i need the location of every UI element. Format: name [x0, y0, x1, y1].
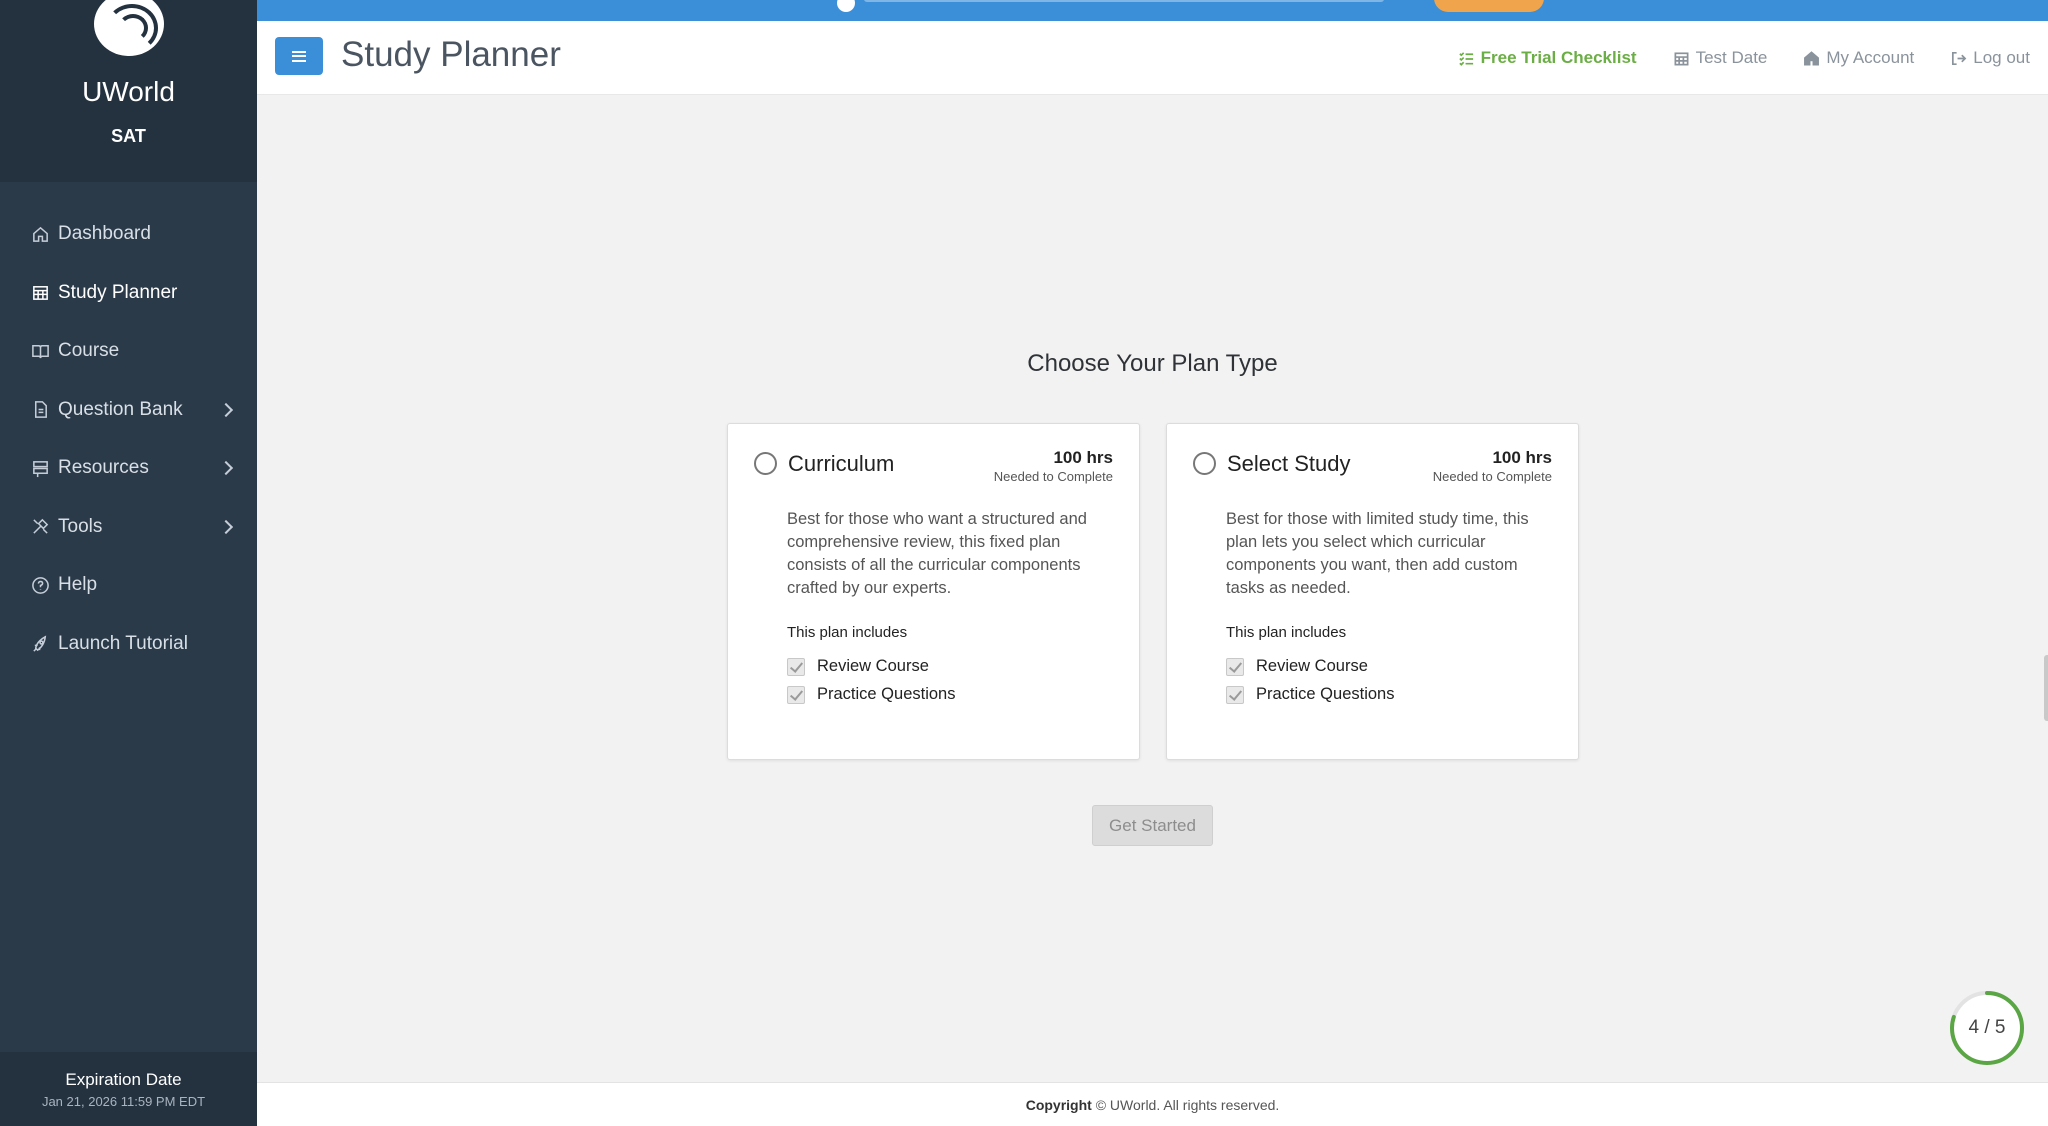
sidebar-item-label: Study Planner [58, 281, 178, 303]
home-icon [1804, 50, 1820, 65]
page-title: Study Planner [341, 35, 561, 74]
sidebar-item-label: Launch Tutorial [58, 632, 188, 654]
checkbox-disabled [787, 685, 805, 704]
plan-radio[interactable] [754, 452, 777, 475]
expiration-label: Expiration Date [65, 1070, 182, 1089]
expiration-value: Jan 21, 2026 11:59 PM EDT [41, 1094, 206, 1109]
sidebar-item-resources[interactable]: Resources [0, 439, 257, 498]
info-icon [837, 0, 855, 12]
plan-hours-caption: Needed to Complete [993, 469, 1113, 484]
signpost-icon [30, 458, 50, 478]
sidebar-item-label: Question Bank [58, 398, 183, 420]
tools-icon [30, 517, 50, 537]
sidebar-item-course[interactable]: Course [0, 322, 257, 381]
plan-type-heading: Choose Your Plan Type [1027, 350, 1278, 377]
book-open-icon [30, 341, 50, 361]
calendar-icon [1674, 51, 1689, 65]
sidebar-item-dashboard[interactable]: Dashboard [0, 205, 257, 264]
rocket-icon [30, 634, 50, 654]
sidebar-item-label: Course [58, 340, 120, 362]
plan-card-curriculum[interactable]: Curriculum 100 hrs Needed to Complete Be… [727, 423, 1140, 760]
uworld-logo-icon [94, 0, 164, 56]
include-label: Review Course [817, 657, 929, 675]
include-label: Review Course [1256, 657, 1368, 675]
sidebar-item-tools[interactable]: Tools [0, 498, 257, 557]
log-out-link[interactable]: Log out [1950, 48, 2030, 68]
header: Study Planner Free Trial Checklist Test … [257, 21, 2048, 95]
plan-name: Select Study [1227, 451, 1351, 476]
plan-radio[interactable] [1193, 452, 1216, 475]
top-links: Free Trial Checklist Test Date My Accoun… [1422, 48, 2030, 68]
sidebar-item-launch-tutorial[interactable]: Launch Tutorial [0, 615, 257, 674]
plan-description: Best for those with limited study time, … [1226, 510, 1529, 597]
checklist-icon [1458, 51, 1473, 66]
plan-description: Best for those who want a structured and… [787, 510, 1087, 597]
chevron-right-icon [218, 461, 234, 476]
top-banner [257, 0, 2048, 21]
sidebar: UWorld SAT Dashboard Study Planner Cours… [0, 0, 257, 1126]
sidebar-item-question-bank[interactable]: Question Bank [0, 381, 257, 440]
brand: UWorld SAT [0, 0, 257, 182]
plan-hours: 100 hrs [1053, 448, 1113, 467]
sidebar-item-label: Tools [58, 515, 103, 537]
copyright-label: Copyright [1025, 1097, 1092, 1113]
brand-product: SAT [111, 126, 146, 146]
calendar-grid-icon [30, 283, 50, 303]
checkbox-disabled [1226, 657, 1244, 676]
test-date-link[interactable]: Test Date [1673, 48, 1767, 68]
expiration-panel: Expiration Date Jan 21, 2026 11:59 PM ED… [0, 1052, 257, 1126]
sidebar-item-label: Dashboard [58, 223, 151, 245]
chevron-right-icon [218, 402, 234, 417]
question-circle-icon [30, 575, 50, 595]
include-item: Review Course [1226, 657, 1368, 676]
chevron-right-icon [218, 519, 234, 534]
my-account-link[interactable]: My Account [1803, 48, 1914, 68]
footer: Copyright © UWorld. All rights reserved. [257, 1082, 2048, 1126]
include-label: Practice Questions [1256, 685, 1395, 703]
plan-includes-label: This plan includes [787, 624, 908, 641]
sidebar-item-label: Resources [58, 457, 149, 479]
plan-name: Curriculum [788, 451, 895, 476]
document-icon [30, 400, 50, 420]
progress-text: 4 / 5 [1968, 1017, 2006, 1038]
plan-includes-label: This plan includes [1226, 624, 1347, 641]
banner-text [864, 0, 1384, 2]
sidebar-item-label: Help [58, 574, 98, 596]
include-item: Practice Questions [1226, 685, 1394, 704]
upgrade-button[interactable] [1434, 0, 1544, 12]
plan-hours: 100 hrs [1492, 448, 1552, 467]
plan-hours-caption: Needed to Complete [1432, 469, 1552, 484]
home-icon [30, 224, 50, 244]
copyright-text: © UWorld. All rights reserved. [1095, 1097, 1280, 1113]
brand-name: UWorld [82, 76, 175, 107]
checklist-progress-widget[interactable]: 4 / 5 [1948, 989, 2026, 1067]
hamburger-icon [292, 50, 306, 62]
sidebar-item-help[interactable]: Help [0, 556, 257, 615]
get-started-button[interactable]: Get Started [1092, 805, 1213, 846]
menu-toggle-button[interactable] [275, 37, 323, 75]
include-item: Review Course [787, 657, 929, 676]
feedback-tab[interactable] [2044, 655, 2048, 721]
checkbox-disabled [787, 657, 805, 676]
sidebar-nav: Dashboard Study Planner Course Question … [0, 205, 257, 673]
logout-icon [1952, 51, 1967, 65]
plan-card-select-study[interactable]: Select Study 100 hrs Needed to Complete … [1166, 423, 1579, 760]
include-item: Practice Questions [787, 685, 955, 704]
checkbox-disabled [1226, 685, 1244, 704]
sidebar-item-study-planner[interactable]: Study Planner [0, 264, 257, 323]
free-trial-checklist-link[interactable]: Free Trial Checklist [1458, 48, 1637, 68]
include-label: Practice Questions [817, 685, 956, 703]
